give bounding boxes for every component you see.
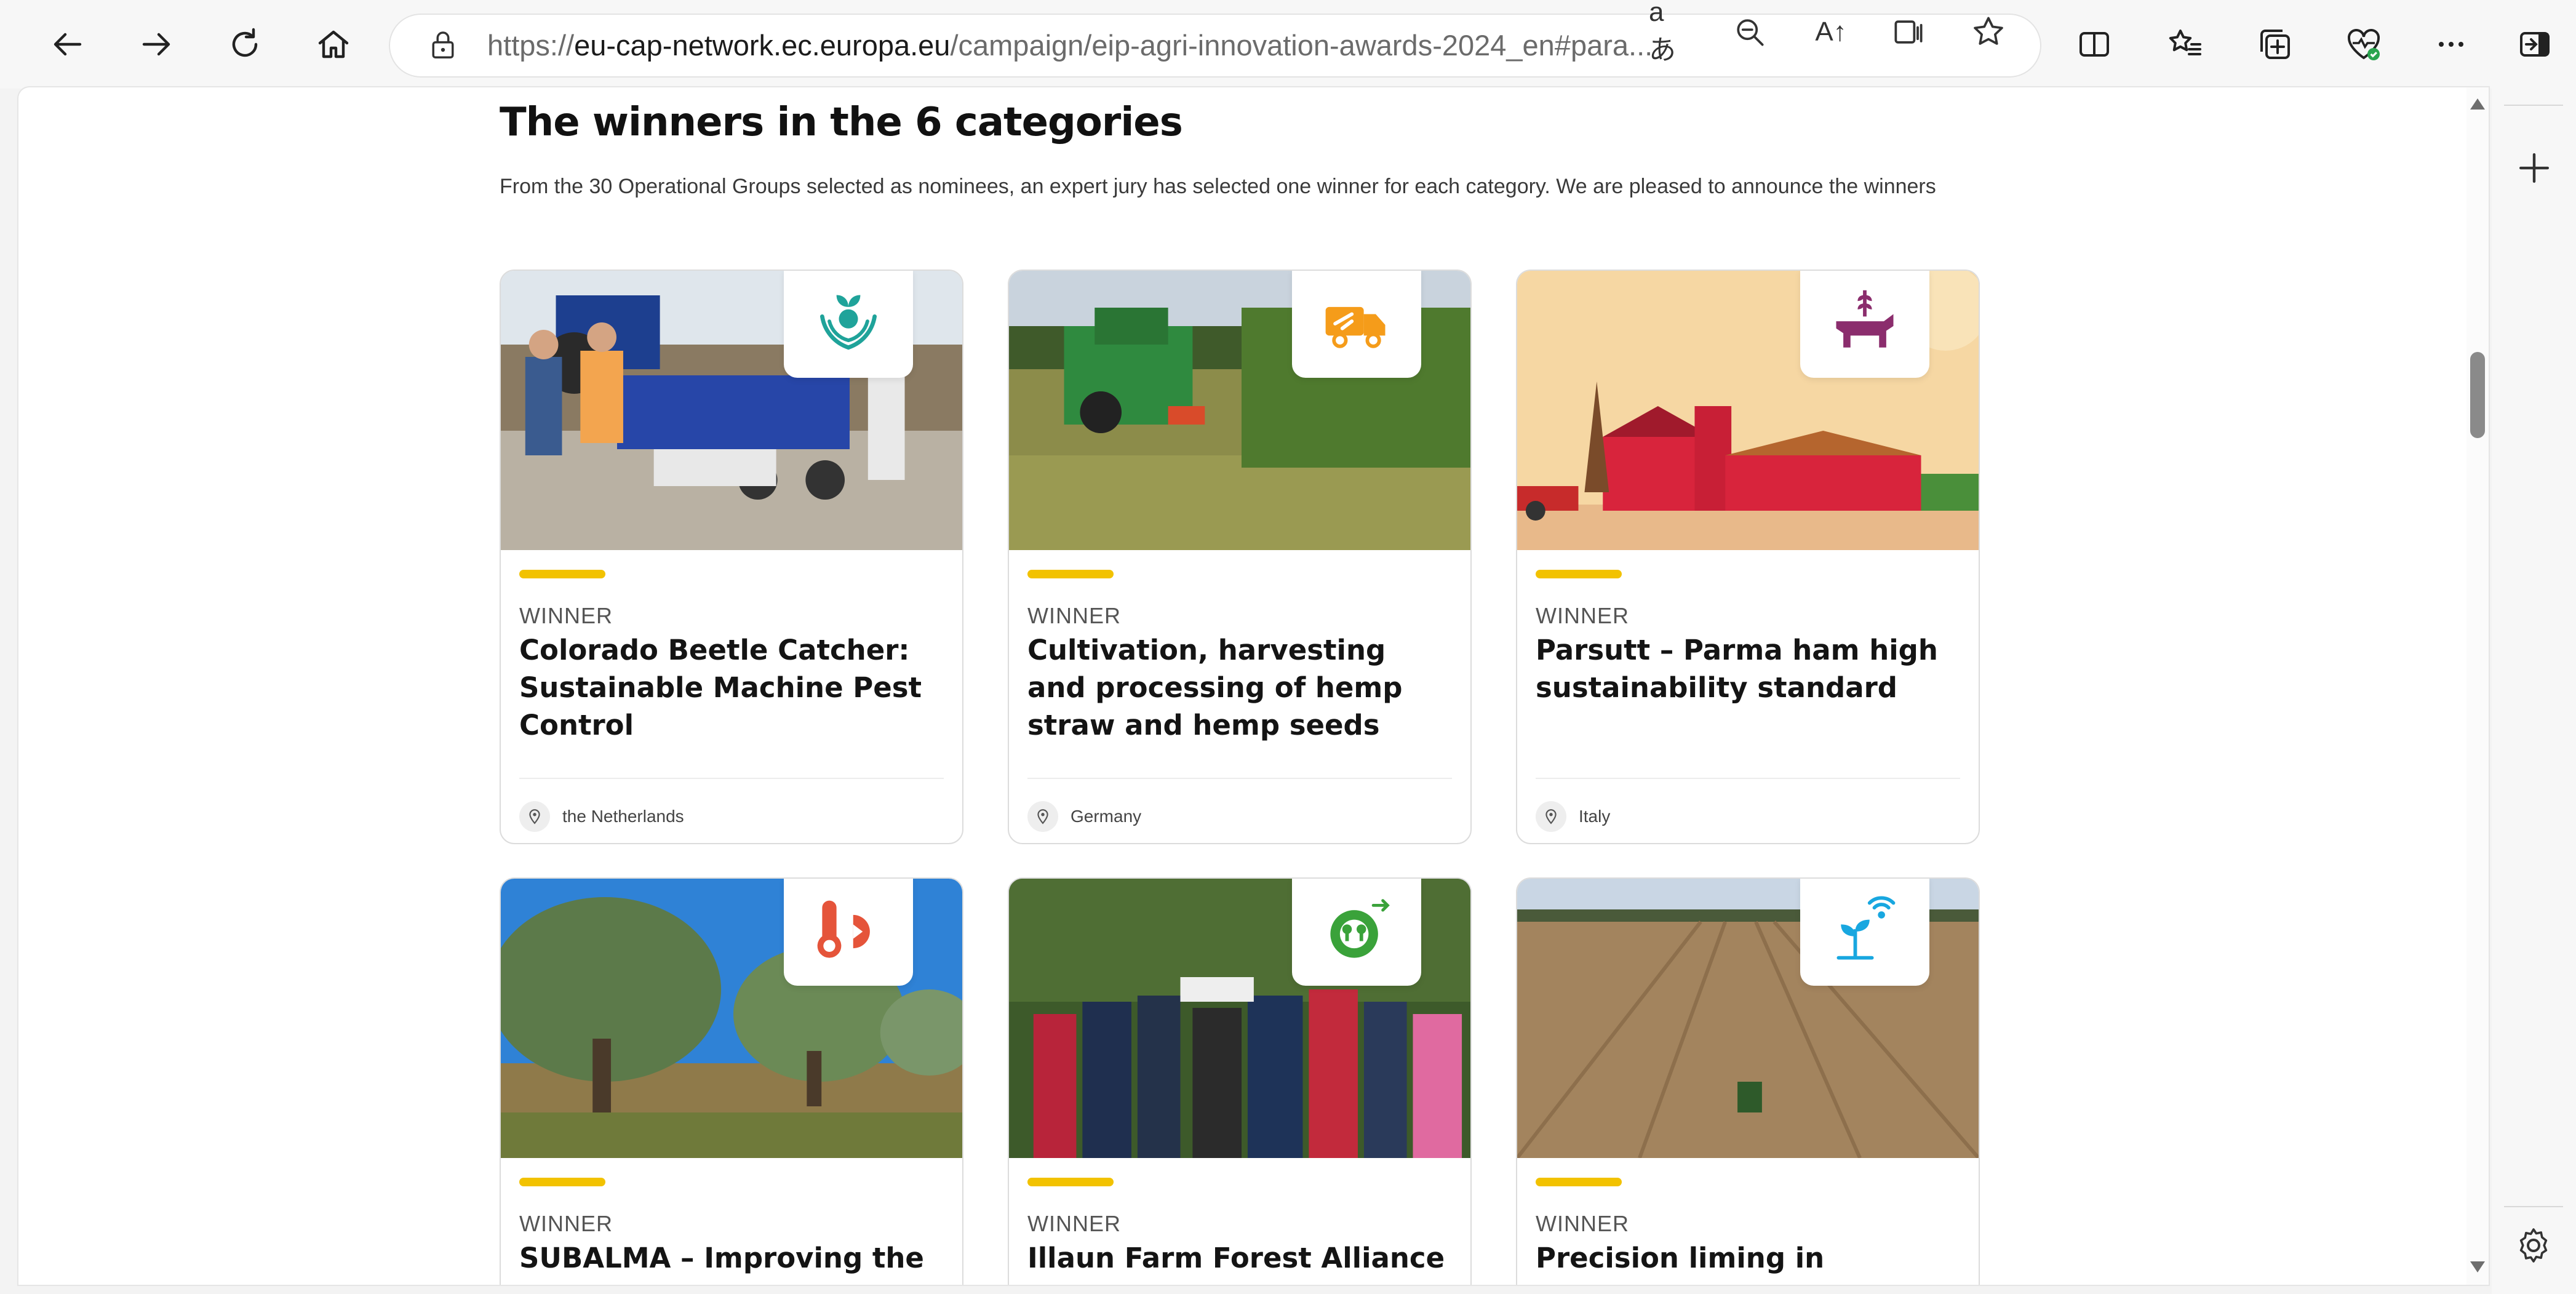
page-viewport: The winners in the 6 categories From the… (18, 87, 2489, 1285)
translate-icon: aあ (1649, 0, 1676, 65)
refresh-icon (232, 28, 258, 57)
card-title[interactable]: Cultivation, harvesting and processing o… (1027, 631, 1452, 744)
category-badge (784, 879, 913, 986)
card-title[interactable]: Illaun Farm Forest Alliance (1027, 1239, 1452, 1277)
category-badge (1800, 879, 1929, 986)
accent-bar (1536, 1178, 1622, 1186)
category-badge (784, 271, 913, 378)
card-title[interactable]: Precision liming in (1536, 1239, 1960, 1277)
star-icon (1974, 17, 2003, 45)
immersive-reader-icon (1894, 20, 1923, 44)
more-menu-button[interactable] (2422, 15, 2481, 74)
winner-card[interactable]: WINNER Cultivation, harvesting and proce… (1008, 270, 1472, 844)
url-host: eu-cap-network.ec.europa.eu (574, 29, 951, 62)
scroll-down-arrow[interactable] (2470, 1261, 2485, 1272)
card-location: Germany (1027, 801, 1141, 832)
cow-wheat-icon (1836, 290, 1894, 348)
scroll-up-arrow[interactable] (2470, 98, 2485, 110)
back-button[interactable] (38, 15, 97, 74)
intro-text: From the 30 Operational Groups selected … (500, 175, 1936, 198)
card-divider (1536, 778, 1960, 779)
winner-card[interactable]: WINNER Parsutt – Parma ham high sustaina… (1516, 270, 1980, 844)
thermometer-wrench-icon (817, 900, 870, 958)
category-badge (1800, 271, 1929, 378)
gear-trees-icon (1330, 899, 1390, 958)
sidebar-divider (2504, 1206, 2563, 1207)
delivery-truck-icon (1325, 306, 1386, 348)
read-aloud-icon: A↑ (1815, 17, 1847, 47)
card-label: WINNER (1027, 1211, 1121, 1236)
url-scheme: https:// (487, 29, 575, 62)
card-label: WINNER (1027, 603, 1121, 628)
sidebar-toggle-button[interactable] (2505, 15, 2564, 74)
favorite-star-button[interactable] (1969, 12, 2008, 52)
accent-bar (519, 1178, 605, 1186)
card-label: WINNER (519, 603, 613, 628)
card-title[interactable]: SUBALMA – Improving the (519, 1239, 944, 1277)
card-country: Italy (1579, 807, 1611, 826)
card-divider (1027, 778, 1452, 779)
favorites-list-icon (2169, 30, 2201, 55)
card-label: WINNER (519, 1211, 613, 1236)
immersive-reader-button[interactable] (1889, 12, 1928, 52)
card-country: Germany (1071, 807, 1142, 826)
accent-bar (519, 570, 605, 578)
home-button[interactable] (304, 15, 363, 74)
scroll-thumb[interactable] (2470, 352, 2485, 438)
url-path: /campaign/eip-agri-innovation-awards-202… (950, 29, 1653, 62)
winner-card[interactable]: WINNER Precision liming in (1516, 877, 1980, 1285)
add-sidebar-app-icon[interactable] (2513, 146, 2556, 190)
refresh-button[interactable] (215, 15, 274, 74)
collections-icon (2260, 30, 2290, 59)
browser-toolbar: https://eu-cap-network.ec.europa.eu/camp… (0, 0, 2576, 89)
browser-essentials-button[interactable] (2334, 15, 2393, 74)
category-badge (1292, 271, 1421, 378)
accent-bar (1536, 570, 1622, 578)
lock-icon[interactable] (426, 28, 460, 63)
page-scrollbar[interactable] (2466, 87, 2489, 1285)
forward-button[interactable] (127, 15, 186, 74)
card-title[interactable]: Colorado Beetle Catcher: Sustainable Mac… (519, 631, 944, 744)
card-country: the Netherlands (562, 807, 684, 826)
card-title[interactable]: Parsutt – Parma ham high sustainability … (1536, 631, 1960, 706)
zoom-out-button[interactable] (1730, 12, 1769, 52)
favorites-button[interactable] (2156, 15, 2215, 74)
winner-card[interactable]: WINNER Colorado Beetle Catcher: Sustaina… (500, 270, 963, 844)
sidebar-toggle-icon (2520, 32, 2550, 57)
heart-pulse-icon (2347, 29, 2380, 60)
winner-card[interactable]: WINNER Illaun Farm Forest Alliance (1008, 877, 1472, 1285)
card-location: the Netherlands (519, 801, 684, 832)
split-screen-button[interactable] (2065, 15, 2124, 74)
accent-bar (1027, 1178, 1114, 1186)
split-screen-icon (2080, 32, 2109, 57)
address-bar[interactable]: https://eu-cap-network.ec.europa.eu/camp… (389, 14, 2041, 78)
zoom-out-icon (1737, 19, 1764, 46)
location-pin-icon (519, 801, 550, 832)
arrow-left-icon (54, 33, 82, 56)
browser-sidebar (2492, 87, 2576, 1294)
hands-holding-plant-icon (819, 295, 877, 350)
plant-wifi-icon (1836, 896, 1896, 960)
ellipsis-icon (2439, 42, 2463, 47)
home-icon (318, 30, 349, 58)
location-pin-icon (1027, 801, 1058, 832)
card-label: WINNER (1536, 1211, 1629, 1236)
arrow-right-icon (142, 33, 170, 56)
url-text[interactable]: https://eu-cap-network.ec.europa.eu/camp… (487, 14, 2038, 78)
translate-button[interactable]: aあ (1649, 0, 1688, 65)
category-badge (1292, 879, 1421, 986)
page-heading: The winners in the 6 categories (500, 100, 1183, 145)
sidebar-divider (2504, 105, 2563, 106)
read-aloud-button[interactable]: A↑ (1811, 12, 1851, 52)
card-divider (519, 778, 944, 779)
collections-button[interactable] (2246, 15, 2305, 74)
location-pin-icon (1536, 801, 1566, 832)
accent-bar (1027, 570, 1114, 578)
winner-card[interactable]: WINNER SUBALMA – Improving the (500, 877, 963, 1285)
card-label: WINNER (1536, 603, 1629, 628)
settings-gear-icon[interactable] (2514, 1226, 2553, 1265)
card-location: Italy (1536, 801, 1610, 832)
